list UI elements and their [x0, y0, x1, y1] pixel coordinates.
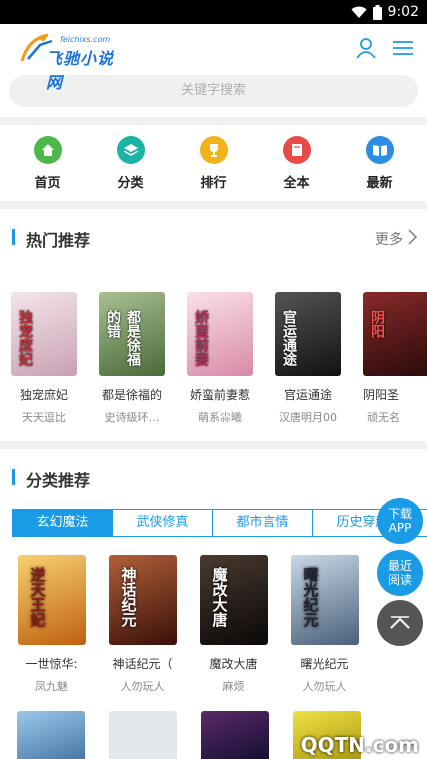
book-cover: 娇蛮前妻 — [187, 292, 253, 377]
nav-category[interactable]: 分类 — [101, 135, 161, 191]
hot-title: 热门推荐 — [26, 231, 91, 250]
book-title: 神话纪元（ — [112, 657, 173, 671]
book-cover: 都是徐福的错 — [99, 292, 165, 377]
category-section: 分类推荐 玄幻魔法 武侠修真 都市言情 历史穿越 逆天王妃 一世惊华: 凤九魅 … — [0, 449, 427, 749]
book-title: 一世惊华: — [25, 657, 78, 671]
nav-label: 排行 — [200, 175, 227, 191]
book-cover: 逆天王妃 — [17, 555, 86, 645]
tab-fantasy[interactable]: 玄幻魔法 — [13, 510, 113, 536]
home-icon — [33, 135, 62, 164]
book-title: 都是徐福的 — [101, 388, 162, 403]
book-cover: 魔改大唐 — [199, 555, 268, 645]
book-cover: 官运通途 — [275, 292, 341, 377]
layers-icon — [116, 135, 145, 164]
nav-complete[interactable]: 全本 — [267, 135, 327, 191]
category-title: 分类推荐 — [26, 471, 91, 490]
hot-header: 热门推荐 更多 — [0, 209, 427, 269]
book-card[interactable]: 曙光纪元 曙光纪元 人勿玩人 — [279, 555, 370, 694]
book-card[interactable]: 娇蛮前妻 娇蛮前妻惹 萌系尛曦 — [176, 292, 264, 424]
book-author: 汉唐明月00 — [279, 410, 337, 424]
book-author: 天天逗比 — [22, 410, 66, 424]
book-cover: 曙光纪元 — [290, 555, 359, 645]
book-author: 史诗级环… — [104, 410, 160, 424]
book-cover: 阴阳 — [363, 292, 427, 377]
book-author: 麻烦 — [222, 680, 245, 693]
book-cover[interactable] — [17, 711, 85, 759]
tab-urban[interactable]: 都市言情 — [213, 510, 313, 536]
book-author: 顽无名 — [367, 410, 400, 424]
book-icon — [282, 135, 311, 164]
chevron-right-icon[interactable] — [407, 227, 419, 247]
book-title: 阴阳圣 — [363, 388, 400, 403]
watermark: 腾牛网 QQTN.com — [289, 717, 419, 757]
book-card[interactable]: 都是徐福的错 都是徐福的 史诗级环… — [88, 292, 176, 424]
book-title: 娇蛮前妻惹 — [189, 388, 250, 403]
logo[interactable]: feichixs.com 飞驰小说网 — [18, 29, 128, 92]
hot-book-list: 独宠庶妃 独宠庶妃 天天逗比 都是徐福的错 都是徐福的 史诗级环… 娇蛮前妻 娇… — [0, 269, 427, 424]
book-author: 凤九魅 — [35, 680, 68, 693]
nav-label: 分类 — [117, 175, 144, 191]
book-cover[interactable] — [109, 711, 177, 759]
logo-name: 飞驰小说网 — [46, 49, 115, 92]
section-accent — [12, 469, 15, 485]
category-header: 分类推荐 — [0, 449, 427, 509]
book-title: 魔改大唐 — [209, 657, 258, 671]
tab-wuxia[interactable]: 武侠修真 — [113, 510, 213, 536]
book-card[interactable]: 阴阳 阴阳圣 顽无名 — [352, 292, 427, 424]
book-cover: 独宠庶妃 — [11, 292, 77, 377]
section-accent — [12, 229, 15, 245]
user-icon[interactable] — [354, 36, 378, 60]
menu-icon[interactable] — [391, 36, 415, 60]
nav-home[interactable]: 首页 — [18, 135, 78, 191]
recent-reading-button[interactable]: 最近阅读 — [377, 550, 423, 596]
category-tabs: 玄幻魔法 武侠修真 都市言情 历史穿越 — [12, 509, 427, 537]
book-author: 人勿玩人 — [120, 680, 165, 693]
back-to-top-button[interactable] — [377, 600, 423, 646]
status-time: 9:02 — [387, 4, 419, 20]
book-cover: 神话纪元 — [108, 555, 177, 645]
logo-site: feichixs.com — [60, 35, 111, 44]
battery-icon — [372, 4, 382, 20]
trophy-icon — [199, 135, 228, 164]
nav-label: 首页 — [34, 175, 61, 191]
book-card[interactable]: 独宠庶妃 独宠庶妃 天天逗比 — [0, 292, 88, 424]
download-app-button[interactable]: 下载APP — [377, 498, 423, 544]
book-card[interactable]: 魔改大唐 魔改大唐 麻烦 — [188, 555, 279, 694]
book-title: 曙光纪元 — [300, 657, 349, 671]
book-card[interactable]: 官运通途 官运通途 汉唐明月00 — [264, 292, 352, 424]
nav-latest[interactable]: 最新 — [350, 135, 410, 191]
watermark-sub: 腾牛网 — [377, 720, 405, 730]
hot-section: 热门推荐 更多 独宠庶妃 独宠庶妃 天天逗比 都是徐福的错 都是徐福的 史诗级环… — [0, 209, 427, 441]
book-cover[interactable] — [201, 711, 269, 759]
nav-ranking[interactable]: 排行 — [184, 135, 244, 191]
app-header: feichixs.com 飞驰小说网 — [0, 24, 427, 92]
main-nav: 首页 分类 排行 全本 最新 — [0, 125, 427, 201]
nav-label: 最新 — [366, 175, 393, 191]
wifi-icon — [351, 6, 367, 18]
book-author: 人勿玩人 — [302, 680, 347, 693]
status-bar: 9:02 — [0, 0, 427, 24]
book-card[interactable]: 逆天王妃 一世惊华: 凤九魅 — [6, 555, 97, 694]
book-author: 萌系尛曦 — [198, 410, 242, 424]
more-link[interactable]: 更多 — [375, 229, 403, 249]
book-card[interactable]: 神话纪元 神话纪元（ 人勿玩人 — [97, 555, 188, 694]
book-title: 官运通途 — [283, 388, 332, 403]
chevron-up-icon — [390, 616, 410, 629]
open-book-icon — [365, 135, 394, 164]
book-title: 独宠庶妃 — [19, 388, 68, 403]
category-book-list: 逆天王妃 一世惊华: 凤九魅 神话纪元 神话纪元（ 人勿玩人 魔改大唐 魔改大唐… — [0, 537, 427, 694]
watermark-text: QQTN.com — [300, 733, 419, 757]
nav-label: 全本 — [283, 175, 310, 191]
